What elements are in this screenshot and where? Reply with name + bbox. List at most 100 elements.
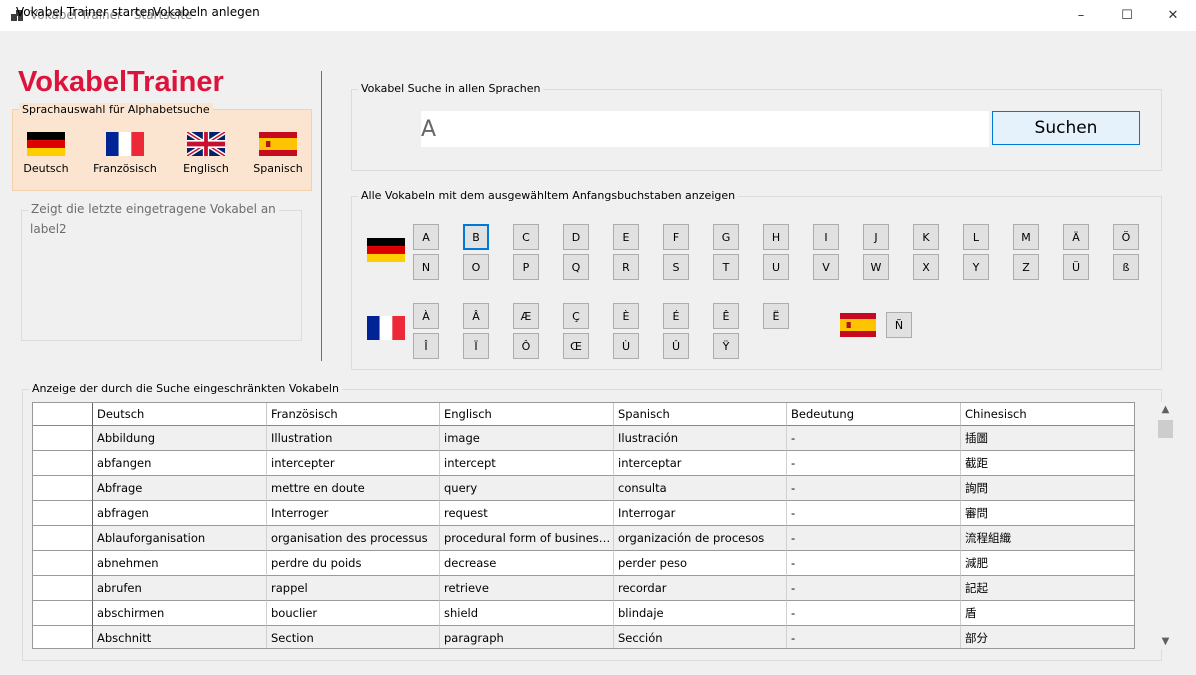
table-cell[interactable]: Interrogar — [614, 501, 787, 526]
letter-button[interactable]: Æ — [513, 303, 539, 329]
table-cell[interactable]: intercepter — [267, 451, 440, 476]
table-cell[interactable]: Ilustración — [614, 426, 787, 451]
letter-button[interactable]: M — [1013, 224, 1039, 250]
letter-button[interactable]: È — [613, 303, 639, 329]
letter-button[interactable]: Ï — [463, 333, 489, 359]
letter-button[interactable]: Y — [963, 254, 989, 280]
table-cell[interactable]: - — [787, 426, 961, 451]
vertical-scrollbar[interactable]: ▲ ▼ — [1157, 402, 1174, 649]
table-cell[interactable]: rappel — [267, 576, 440, 601]
column-header[interactable]: Englisch — [440, 403, 614, 426]
table-cell[interactable]: Abbildung — [93, 426, 267, 451]
table-cell[interactable]: recordar — [614, 576, 787, 601]
scroll-down-icon[interactable]: ▼ — [1157, 636, 1174, 647]
letter-button[interactable]: H — [763, 224, 789, 250]
letter-button[interactable]: K — [913, 224, 939, 250]
table-cell[interactable]: decrease — [440, 551, 614, 576]
letter-button[interactable]: Î — [413, 333, 439, 359]
column-header[interactable]: Französisch — [267, 403, 440, 426]
maximize-button[interactable]: ☐ — [1104, 0, 1150, 31]
language-german[interactable]: Deutsch — [9, 132, 83, 175]
row-header[interactable] — [33, 526, 93, 551]
letter-button[interactable]: U — [763, 254, 789, 280]
language-french[interactable]: Französisch — [88, 132, 162, 175]
row-header[interactable] — [33, 476, 93, 501]
letter-button[interactable]: Ü — [1063, 254, 1089, 280]
letter-button[interactable]: N — [413, 254, 439, 280]
letter-button[interactable]: S — [663, 254, 689, 280]
column-header[interactable]: Chinesisch — [961, 403, 1134, 426]
letter-button[interactable]: A — [413, 224, 439, 250]
letter-button[interactable]: Ê — [713, 303, 739, 329]
table-row[interactable]: abfragen Interroger request Interrogar - 審問 — [33, 501, 1134, 526]
table-cell[interactable]: - — [787, 476, 961, 501]
letter-button[interactable]: Ç — [563, 303, 589, 329]
table-cell[interactable]: Section — [267, 626, 440, 648]
letter-button[interactable]: Û — [663, 333, 689, 359]
table-row[interactable]: Abbildung Illustration image Ilustración - 插圖 — [33, 426, 1134, 451]
table-cell[interactable]: consulta — [614, 476, 787, 501]
table-cell[interactable]: 截距 — [961, 451, 1134, 476]
table-cell[interactable]: - — [787, 601, 961, 626]
table-cell[interactable]: perdre du poids — [267, 551, 440, 576]
letter-button[interactable]: Ä — [1063, 224, 1089, 250]
letter-button[interactable]: Ù — [613, 333, 639, 359]
table-cell[interactable]: procedural form of business o... — [440, 526, 614, 551]
row-header[interactable] — [33, 426, 93, 451]
table-cell[interactable]: intercept — [440, 451, 614, 476]
vocab-grid[interactable]: Deutsch Französisch Englisch Spanisch Bedeut… — [32, 402, 1135, 649]
column-header[interactable]: Deutsch — [93, 403, 267, 426]
letter-button[interactable]: I — [813, 224, 839, 250]
letter-button[interactable]: Ñ — [886, 312, 912, 338]
table-cell[interactable]: abnehmen — [93, 551, 267, 576]
table-cell[interactable]: Illustration — [267, 426, 440, 451]
table-row[interactable]: Abschnitt Section paragraph Sección - 部分 — [33, 626, 1134, 648]
letter-button[interactable]: V — [813, 254, 839, 280]
table-cell[interactable]: blindaje — [614, 601, 787, 626]
table-cell[interactable]: retrieve — [440, 576, 614, 601]
close-button[interactable]: ✕ — [1150, 0, 1196, 31]
table-row[interactable]: Abfrage mettre en doute query consulta - 詢問 — [33, 476, 1134, 501]
row-header[interactable] — [33, 501, 93, 526]
letter-button[interactable]: X — [913, 254, 939, 280]
table-cell[interactable]: 部分 — [961, 626, 1134, 648]
letter-button[interactable]: Q — [563, 254, 589, 280]
letter-button[interactable]: T — [713, 254, 739, 280]
row-header[interactable] — [33, 551, 93, 576]
letter-button[interactable]: W — [863, 254, 889, 280]
table-cell[interactable]: - — [787, 501, 961, 526]
letter-button[interactable]: P — [513, 254, 539, 280]
table-cell[interactable]: mettre en doute — [267, 476, 440, 501]
table-cell[interactable]: 流程組織 — [961, 526, 1134, 551]
letter-button[interactable]: À — [413, 303, 439, 329]
language-english[interactable]: Englisch — [169, 132, 243, 175]
search-input[interactable] — [421, 111, 989, 147]
row-header[interactable] — [33, 451, 93, 476]
table-cell[interactable]: perder peso — [614, 551, 787, 576]
table-cell[interactable]: image — [440, 426, 614, 451]
letter-button[interactable]: C — [513, 224, 539, 250]
letter-button[interactable]: B — [463, 224, 489, 250]
table-cell[interactable]: 詢問 — [961, 476, 1134, 501]
table-cell[interactable]: request — [440, 501, 614, 526]
letter-button[interactable]: Z — [1013, 254, 1039, 280]
letter-button[interactable]: ß — [1113, 254, 1139, 280]
table-row[interactable]: abnehmen perdre du poids decrease perder pe… — [33, 551, 1134, 576]
table-cell[interactable]: 插圖 — [961, 426, 1134, 451]
table-cell[interactable]: - — [787, 526, 961, 551]
row-header[interactable] — [33, 601, 93, 626]
table-cell[interactable]: 盾 — [961, 601, 1134, 626]
table-cell[interactable]: Abschnitt — [93, 626, 267, 648]
language-spanish[interactable]: Spanisch — [241, 132, 315, 175]
table-cell[interactable]: - — [787, 626, 961, 648]
table-cell[interactable]: interceptar — [614, 451, 787, 476]
table-cell[interactable]: abfangen — [93, 451, 267, 476]
letter-button[interactable]: G — [713, 224, 739, 250]
table-row[interactable]: Ablauforganisation organisation des proce… — [33, 526, 1134, 551]
table-cell[interactable]: bouclier — [267, 601, 440, 626]
letter-button[interactable]: Ö — [1113, 224, 1139, 250]
scroll-up-icon[interactable]: ▲ — [1157, 404, 1174, 415]
table-cell[interactable]: organización de procesos — [614, 526, 787, 551]
letter-button[interactable]: J — [863, 224, 889, 250]
letter-button[interactable]: E — [613, 224, 639, 250]
